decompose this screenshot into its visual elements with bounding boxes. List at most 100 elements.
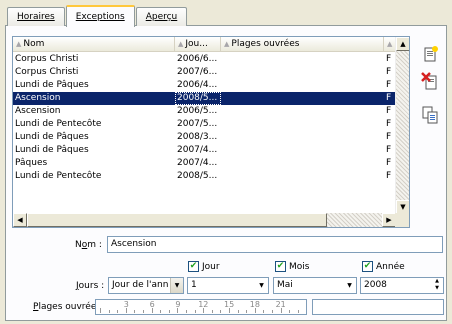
column-header-nom[interactable]: ▲ Nom xyxy=(13,37,175,52)
duplicate-button[interactable] xyxy=(419,104,441,126)
ruler-tick xyxy=(117,310,119,313)
scroll-down-button[interactable]: ▼ xyxy=(396,200,409,214)
spin-down-icon[interactable]: ▼ xyxy=(431,285,443,292)
scroll-left-button[interactable]: ◀ xyxy=(13,213,27,227)
chevron-down-icon[interactable]: ▼ xyxy=(343,278,356,293)
table-row[interactable]: Lundi de Pentecôte 2007/5... F xyxy=(13,118,396,131)
checkmark-icon: ✔ xyxy=(188,261,199,272)
mois-checkbox[interactable]: ✔ Mois xyxy=(275,261,309,272)
table-row[interactable]: Corpus Christi 2006/6... F xyxy=(13,53,396,66)
scroll-corner xyxy=(395,213,409,227)
table-row[interactable]: Corpus Christi 2007/6... F xyxy=(13,66,396,79)
chevron-down-icon[interactable]: ▼ xyxy=(170,278,183,293)
table-row[interactable]: Lundi de Pentecôte 2008/5... F xyxy=(13,170,396,183)
list-header: ▲ Nom ▲ Jou... ▲ Plages ouvrées ▲ xyxy=(13,37,396,52)
checkmark-icon: ✔ xyxy=(275,261,286,272)
cell-nom: Pâques xyxy=(15,158,48,168)
ruler-label: 21 xyxy=(275,300,286,309)
sort-icon: ▲ xyxy=(16,40,22,48)
cell-nom: Corpus Christi xyxy=(15,67,79,77)
scroll-right-button[interactable]: ▶ xyxy=(382,213,396,227)
ruler-tick xyxy=(237,310,239,313)
column-header-plages[interactable]: ▲ Plages ouvrées xyxy=(221,37,384,52)
spin-up-icon[interactable]: ▲ xyxy=(431,278,443,285)
ruler-tick xyxy=(289,310,291,313)
tab-bar: Horaires Exceptions Aperçu xyxy=(7,4,188,27)
column-header-jour[interactable]: ▲ Jou... xyxy=(175,37,221,52)
plages-ruler[interactable]: 3 6 9 12 15 18 21 xyxy=(95,299,307,315)
sort-icon: ▲ xyxy=(387,40,393,48)
exceptions-list[interactable]: ▲ Nom ▲ Jou... ▲ Plages ouvrées ▲ Corpus Ch… xyxy=(12,36,410,228)
ruler-tick xyxy=(272,310,273,313)
checkmark-icon: ✔ xyxy=(362,261,373,272)
sort-icon: ▲ xyxy=(224,40,230,48)
ruler-tick xyxy=(160,310,162,313)
ruler-tick xyxy=(263,310,265,313)
tab-exceptions[interactable]: Exceptions xyxy=(65,5,135,27)
mois-select[interactable]: Mai ▼ xyxy=(273,277,357,294)
chevron-down-icon[interactable]: ▼ xyxy=(255,278,268,293)
vertical-scrollbar[interactable]: ▲ ▼ xyxy=(395,37,409,214)
ruler-tick xyxy=(306,308,307,313)
table-row[interactable]: Ascension 2006/5... F xyxy=(13,105,396,118)
ruler-label: 6 xyxy=(149,300,155,309)
jours-label: Jours : xyxy=(76,281,105,291)
cell-nom: Ascension xyxy=(15,106,61,116)
jour-select[interactable]: 1 ▼ xyxy=(187,277,269,294)
tab-horaires[interactable]: Horaires xyxy=(7,7,65,26)
nom-field[interactable]: Ascension xyxy=(107,236,443,253)
new-document-icon xyxy=(424,46,438,62)
new-button[interactable] xyxy=(419,44,441,66)
ruler-label: 15 xyxy=(224,300,235,309)
table-row[interactable]: Lundi de Pâques 2007/4... F xyxy=(13,144,396,157)
delete-button[interactable] xyxy=(419,70,441,92)
nom-label: Nom : xyxy=(75,240,102,250)
delete-icon xyxy=(421,72,437,90)
jours-type-select[interactable]: Jour de l'ann ▼ xyxy=(108,277,184,294)
horizontal-scroll-thumb[interactable] xyxy=(27,213,327,227)
cell-jour: 2007/4... xyxy=(177,158,218,168)
ruler-tick xyxy=(143,310,144,313)
cell-jour: 2007/6... xyxy=(177,67,218,77)
table-row[interactable]: Pâques 2007/4... F xyxy=(13,157,396,170)
scroll-up-button[interactable]: ▲ xyxy=(396,37,409,51)
table-row[interactable]: Lundi de Pâques 2006/4... F xyxy=(13,79,396,92)
ruler-tick xyxy=(134,310,136,313)
ruler-label: 12 xyxy=(198,300,209,309)
cell-jour: 2007/4... xyxy=(177,145,218,155)
tab-apercu[interactable]: Aperçu xyxy=(135,7,188,26)
ruler-label: 18 xyxy=(249,300,260,309)
annee-spinner[interactable]: 2008 ▲ ▼ xyxy=(360,277,444,294)
ruler-label: 3 xyxy=(123,300,129,309)
sort-icon: ▲ xyxy=(178,40,184,48)
cell-jour: 2008/5... xyxy=(177,171,218,181)
table-row[interactable]: Ascension 2008/5... F xyxy=(13,92,396,105)
horizontal-scrollbar[interactable]: ◀ ▶ xyxy=(13,213,396,227)
ruler-tick xyxy=(297,310,299,313)
scroll-track[interactable] xyxy=(327,213,382,227)
ruler-tick xyxy=(211,310,213,313)
jour-checkbox[interactable]: ✔ Jour xyxy=(188,261,220,272)
cell-jour: 2008/3... xyxy=(177,132,218,142)
ruler-tick xyxy=(108,310,110,313)
cell-jour: 2006/6... xyxy=(177,54,218,64)
ruler-tick xyxy=(194,310,196,313)
duplicate-icon xyxy=(422,106,438,124)
cell-nom: Corpus Christi xyxy=(15,54,79,64)
table-row[interactable]: Lundi de Pâques 2008/3... F xyxy=(13,131,396,144)
plages-field[interactable] xyxy=(312,299,444,315)
cell-jour: 2008/5... xyxy=(175,92,221,105)
ruler-tick xyxy=(100,308,101,313)
ruler-tick xyxy=(186,310,187,313)
cell-nom: Lundi de Pâques xyxy=(15,80,89,90)
ruler-tick xyxy=(246,310,248,313)
cell-jour: 2007/5... xyxy=(177,119,218,129)
spinner-buttons[interactable]: ▲ ▼ xyxy=(431,278,443,293)
cell-nom: Ascension xyxy=(15,93,61,103)
cell-nom: Lundi de Pentecôte xyxy=(15,119,102,129)
cell-nom: Lundi de Pâques xyxy=(15,132,89,142)
cell-jour: 2006/5... xyxy=(177,106,218,116)
scroll-track[interactable] xyxy=(396,51,409,200)
ruler-tick xyxy=(220,310,222,313)
annee-checkbox[interactable]: ✔ Année xyxy=(362,261,405,272)
